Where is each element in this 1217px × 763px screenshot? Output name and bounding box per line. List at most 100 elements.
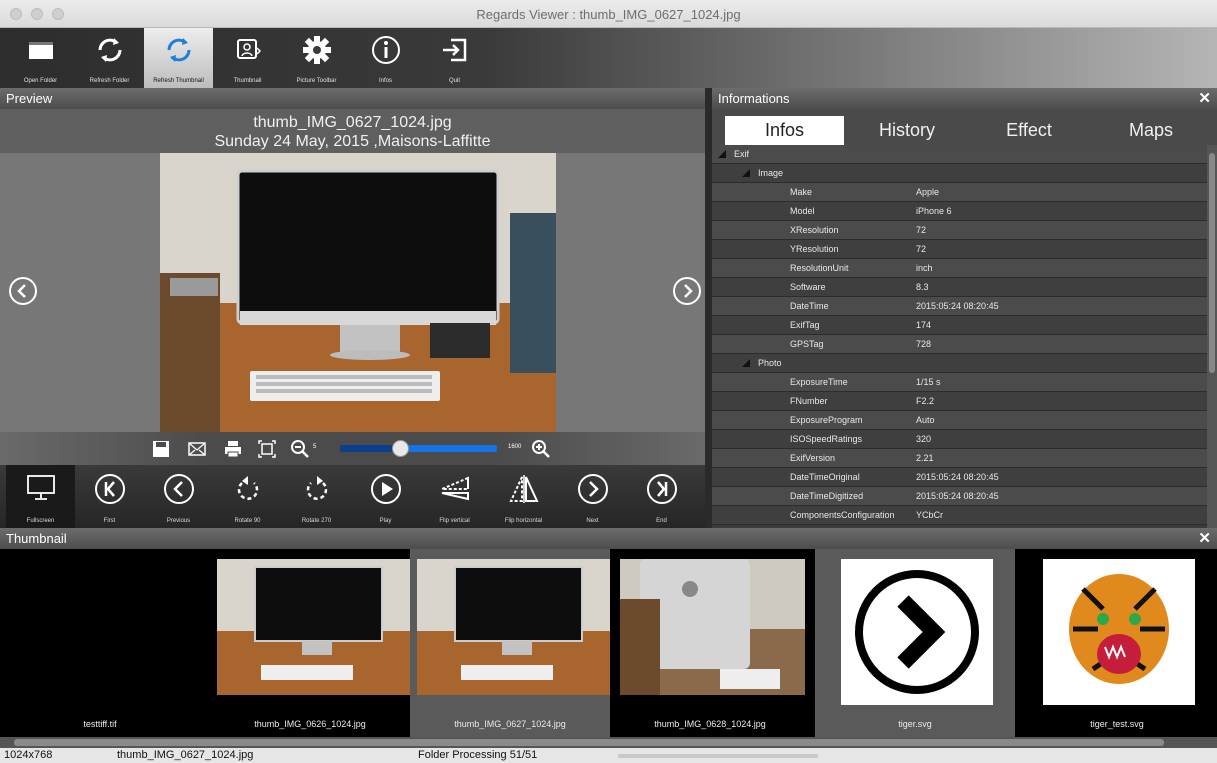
thumbnail-scroll-thumb[interactable] (14, 739, 1164, 746)
close-thumbnail-icon[interactable]: ✕ (1198, 528, 1211, 549)
tree-row-label: Photo (758, 358, 782, 368)
picture-toolbar-button[interactable]: Picture Toolbar (282, 28, 351, 88)
main-toolbar: Open Folder Refresh Folder Refresh Thumb… (0, 28, 1217, 88)
tree-row[interactable]: ResolutionUnit inch (712, 259, 1207, 278)
rotate-270-button[interactable]: Rotate 270 (282, 465, 351, 528)
zoom-min-label: 5 (313, 444, 317, 450)
fit-screen-icon[interactable] (258, 440, 276, 458)
thumbnail-item[interactable]: tiger.svg (815, 549, 1015, 737)
zoom-out-icon[interactable] (290, 439, 310, 459)
flip-vertical-button[interactable]: Flip vertical (420, 465, 489, 528)
gear-icon (302, 36, 331, 64)
preview-next-arrow-icon[interactable] (672, 276, 702, 306)
tree-row[interactable]: ComponentsConfiguration YCbCr (712, 506, 1207, 525)
thumbnail-image (1043, 559, 1195, 705)
open-folder-button[interactable]: Open Folder (6, 28, 75, 88)
info-scroll-thumb[interactable] (1209, 153, 1215, 373)
tree-group-row[interactable]: Photo (712, 354, 1207, 373)
status-filename: thumb_IMG_0627_1024.jpg (117, 749, 254, 761)
zoom-slider-knob[interactable] (391, 440, 409, 457)
tree-row[interactable]: ExifVersion 2.21 (712, 449, 1207, 468)
tree-row[interactable]: ISOSpeedRatings 320 (712, 430, 1207, 449)
tree-row[interactable]: Software 8.3 (712, 278, 1207, 297)
tab-effect[interactable]: Effect (970, 116, 1088, 145)
first-button[interactable]: First (75, 465, 144, 528)
flip-horizontal-button[interactable]: Flip horizontal (489, 465, 558, 528)
tree-row-label: Software (790, 282, 826, 292)
tree-row[interactable]: Model iPhone 6 (712, 202, 1207, 221)
expand-triangle-icon[interactable] (742, 169, 750, 177)
tree-row[interactable]: ExposureProgram Auto (712, 411, 1207, 430)
refresh-thumbnail-button[interactable]: Refresh Thumbnail (144, 28, 213, 88)
tree-row-value: 2.21 (916, 453, 934, 463)
play-button[interactable]: Play (351, 465, 420, 528)
infos-label: Infos (378, 78, 392, 84)
tree-row-value: iPhone 6 (916, 206, 952, 216)
zoom-slider[interactable] (340, 440, 497, 457)
tree-row-value: Auto (916, 415, 935, 425)
tab-maps[interactable]: Maps (1092, 116, 1210, 145)
tab-history[interactable]: History (848, 116, 966, 145)
expand-triangle-icon[interactable] (718, 150, 726, 158)
quit-button[interactable]: Quit (420, 28, 489, 88)
tab-infos[interactable]: Infos (725, 116, 844, 145)
play-label: Play (379, 518, 392, 524)
thumbnail-image (620, 559, 805, 705)
panel-splitter[interactable] (705, 88, 712, 528)
flip-horizontal-label: Flip horizontal (504, 518, 543, 524)
zoom-max-label: 1600 (508, 444, 522, 450)
thumbnail-item[interactable]: thumb_IMG_0628_1024.jpg (610, 549, 810, 737)
preview-image[interactable] (160, 153, 556, 432)
zoom-in-icon[interactable] (531, 439, 551, 459)
preview-controls: 5 1600 (0, 432, 705, 465)
tree-row-label: ExposureProgram (790, 415, 863, 425)
tree-row[interactable]: FNumber F2.2 (712, 392, 1207, 411)
arrow-svg-thumb (841, 559, 993, 705)
expand-triangle-icon[interactable] (742, 359, 750, 367)
infos-button[interactable]: Infos (351, 28, 420, 88)
tree-row[interactable]: ExifTag 174 (712, 316, 1207, 335)
tree-row-label: XResolution (790, 225, 839, 235)
tree-row[interactable]: XResolution 72 (712, 221, 1207, 240)
tree-row[interactable]: ExposureTime 1/15 s (712, 373, 1207, 392)
tree-row-label: Exif (734, 149, 750, 159)
tree-row-label: ComponentsConfiguration (790, 510, 895, 520)
tree-row[interactable]: YResolution 72 (712, 240, 1207, 259)
print-icon[interactable] (224, 440, 242, 458)
tree-row[interactable]: DateTimeOriginal 2015:05:24 08:20:45 (712, 468, 1207, 487)
next-button[interactable]: Next (558, 465, 627, 528)
thumbnail-item[interactable]: thumb_IMG_0626_1024.jpg (210, 549, 410, 737)
tree-row[interactable]: DateTimeDigitized 2015:05:24 08:20:45 (712, 487, 1207, 506)
tree-row[interactable]: GPSTag 728 (712, 335, 1207, 354)
previous-button[interactable]: Previous (144, 465, 213, 528)
tree-row-value: 72 (916, 225, 927, 235)
thumbnail-icon (236, 39, 261, 59)
end-button[interactable]: End (627, 465, 696, 528)
tree-group-row[interactable]: Exif (712, 145, 1207, 164)
next-icon (577, 474, 608, 504)
tree-row-label: FNumber (790, 396, 828, 406)
tree-group-row[interactable]: Image (712, 164, 1207, 183)
info-vertical-scrollbar[interactable] (1207, 145, 1217, 528)
thumbnail-item[interactable]: thumb_IMG_0627_1024.jpg (410, 549, 610, 737)
preview-caption: thumb_IMG_0627_1024.jpg Sunday 24 May, 2… (0, 109, 705, 153)
refresh-folder-button[interactable]: Refresh Folder (75, 28, 144, 88)
thumbnail-button[interactable]: Thumbnail (213, 28, 282, 88)
tree-row[interactable]: DateTime 2015:05:24 08:20:45 (712, 297, 1207, 316)
tree-row-label: Model (790, 206, 815, 216)
tree-row-label: ExifTag (790, 320, 820, 330)
tree-row[interactable]: Make Apple (712, 183, 1207, 202)
preview-prev-arrow-icon[interactable] (8, 276, 38, 306)
rotate-90-button[interactable]: Rotate 90 (213, 465, 282, 528)
thumbnail-item[interactable]: tiger_test.svg (1017, 549, 1217, 737)
end-icon (646, 474, 677, 504)
close-informations-icon[interactable]: ✕ (1198, 88, 1211, 109)
tree-row-value: 2015:05:24 08:20:45 (916, 301, 999, 311)
thumbnail-horizontal-scrollbar[interactable] (0, 737, 1217, 748)
email-icon[interactable] (188, 440, 206, 458)
save-icon[interactable] (152, 440, 170, 458)
thumbnail-item[interactable]: testtiff.tif (0, 549, 200, 737)
fullscreen-button[interactable]: Fullscreen (6, 465, 75, 528)
open-folder-label: Open Folder (23, 78, 58, 84)
refresh-folder-label: Refresh Folder (89, 78, 130, 84)
